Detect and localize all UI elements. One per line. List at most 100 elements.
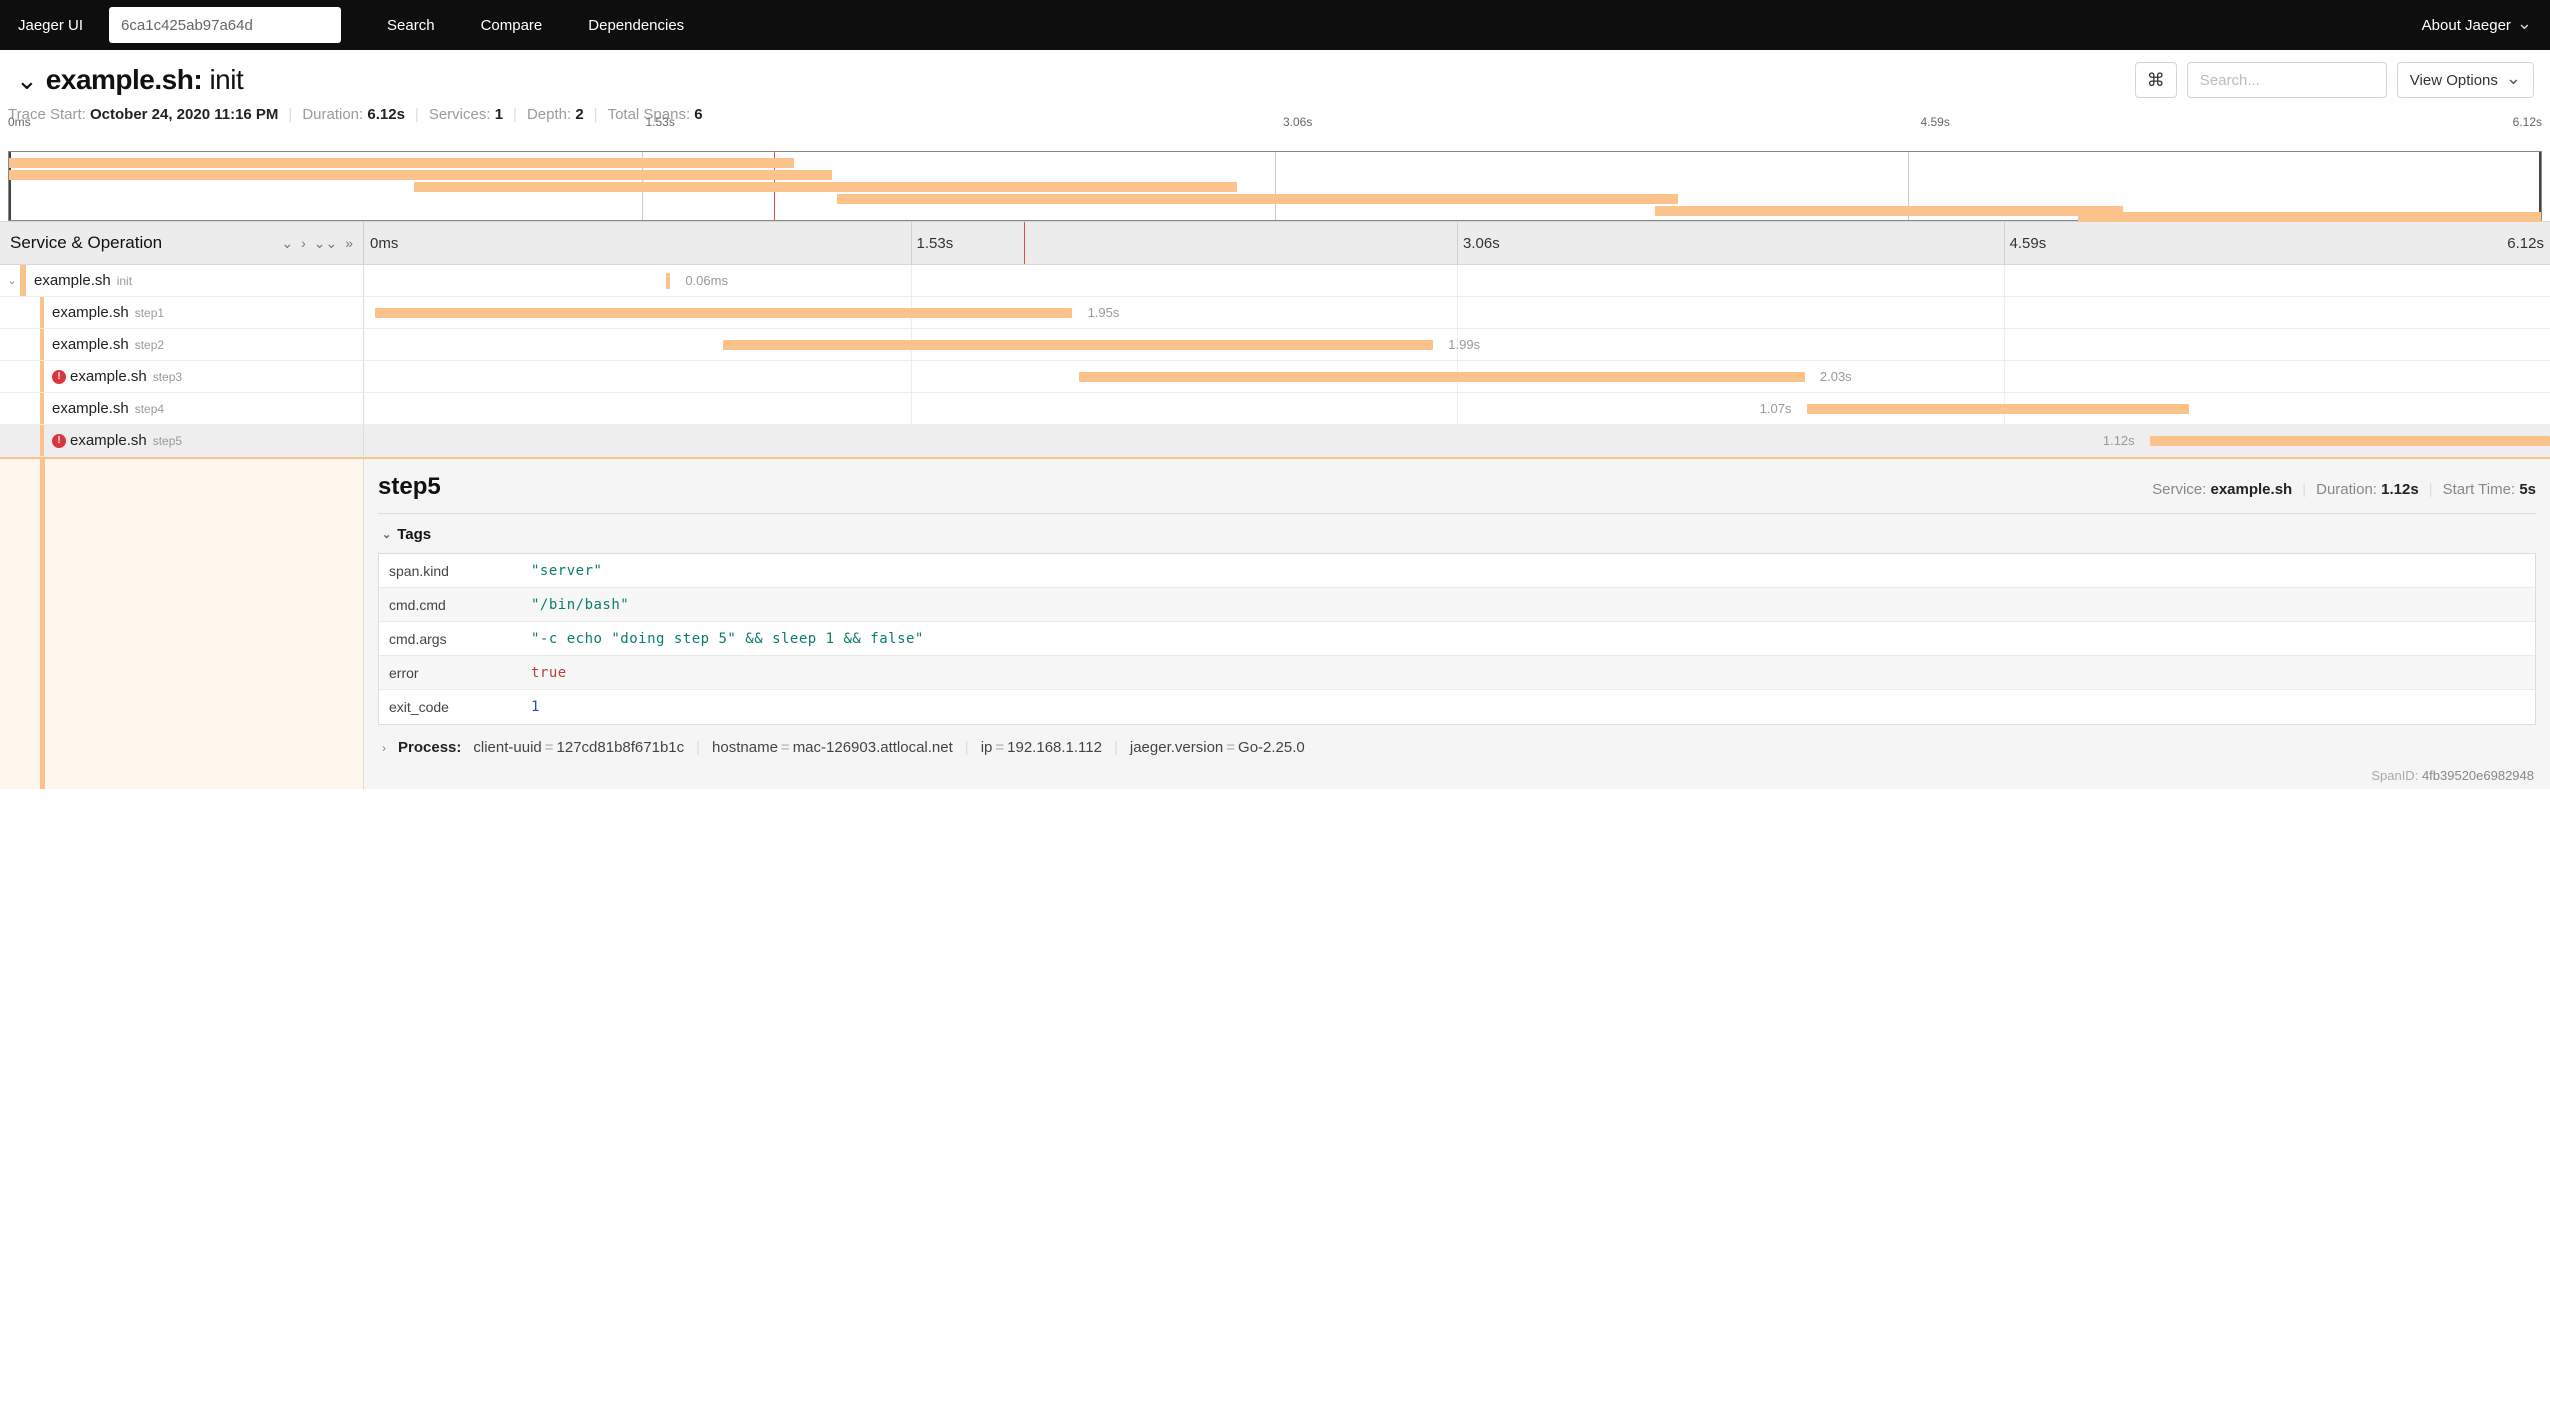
service-operation-header: Service & Operation xyxy=(10,233,162,253)
detail-start: 5s xyxy=(2519,481,2536,498)
minimap-ticks: 0ms 1.53s 3.06s 4.59s 6.12s xyxy=(0,115,2550,131)
tag-value: 1 xyxy=(521,692,550,722)
about-label: About Jaeger xyxy=(2422,17,2511,34)
keyboard-shortcuts-button[interactable]: ⌘ xyxy=(2135,62,2177,98)
expand-all-icon[interactable]: » xyxy=(345,235,353,252)
span-bar[interactable] xyxy=(1807,404,2190,414)
tag-key: error xyxy=(379,658,521,688)
span-service: example.sh xyxy=(70,368,147,385)
span-id: SpanID: 4fb39520e6982948 xyxy=(378,762,2536,785)
row-collapse-icon[interactable]: ⌄ xyxy=(4,274,20,287)
nav-links: Search Compare Dependencies xyxy=(387,17,684,34)
tag-value: "-c echo "doing step 5" && sleep 1 && fa… xyxy=(521,624,934,654)
about-menu[interactable]: About Jaeger xyxy=(2422,15,2532,36)
tag-key: span.kind xyxy=(379,556,521,586)
column-header: Service & Operation ⌄ › ⌄⌄ » 0ms 1.53s 3.0… xyxy=(0,221,2550,265)
process-tag: hostname=mac-126903.attlocal.net xyxy=(712,739,953,756)
span-service: example.sh xyxy=(52,400,129,417)
error-icon: ! xyxy=(52,370,66,384)
trace-title: example.sh: init xyxy=(46,64,243,96)
span-bar[interactable] xyxy=(666,273,670,289)
minimap[interactable] xyxy=(8,151,2542,221)
process-section[interactable]: ›Process:client-uuid=127cd81b8f671b1c|ho… xyxy=(378,725,2536,762)
detail-duration: 1.12s xyxy=(2381,481,2419,498)
detail-duration-label: Duration: xyxy=(2316,481,2377,498)
span-duration-label: 1.99s xyxy=(1448,337,1480,352)
tag-row[interactable]: exit_code1 xyxy=(379,690,2535,724)
span-detail: step5 Service: example.sh | Duration: 1.… xyxy=(0,457,2550,789)
tag-key: exit_code xyxy=(379,692,521,722)
timeline-tick: 0ms xyxy=(370,222,398,264)
collapse-all-icon[interactable]: ⌄⌄ xyxy=(314,235,337,252)
tag-row[interactable]: span.kind"server" xyxy=(379,554,2535,588)
tag-row[interactable]: cmd.cmd"/bin/bash" xyxy=(379,588,2535,622)
trace-service: example.sh: xyxy=(46,64,202,95)
detail-service-label: Service: xyxy=(2152,481,2206,498)
span-duration-label: 1.12s xyxy=(2103,433,2135,448)
tags-label: Tags xyxy=(397,526,431,543)
span-row[interactable]: example.sh step4 1.07s xyxy=(0,393,2550,425)
tag-value: true xyxy=(521,658,577,688)
timeline-tick: 1.53s xyxy=(917,222,954,264)
detail-service: example.sh xyxy=(2210,481,2292,498)
timeline-tick: 6.12s xyxy=(2507,222,2544,264)
detail-start-label: Start Time: xyxy=(2443,481,2516,498)
tag-value: "server" xyxy=(521,556,612,586)
span-duration-label: 2.03s xyxy=(1820,369,1852,384)
chevron-right-icon: › xyxy=(382,741,386,755)
span-operation: step4 xyxy=(135,402,164,416)
nav-link-compare[interactable]: Compare xyxy=(481,17,543,34)
detail-gutter xyxy=(0,459,364,789)
trace-operation: init xyxy=(209,64,243,95)
process-tag: ip=192.168.1.112 xyxy=(981,739,1102,756)
timeline-header[interactable]: 0ms 1.53s 3.06s 4.59s 6.12s xyxy=(364,222,2550,264)
nav-link-search[interactable]: Search xyxy=(387,17,435,34)
span-service: example.sh xyxy=(70,432,147,449)
minimap-tick: 6.12s xyxy=(2513,115,2542,129)
nav-link-dependencies[interactable]: Dependencies xyxy=(588,17,684,34)
brand[interactable]: Jaeger UI xyxy=(18,17,83,34)
trace-id-input[interactable] xyxy=(109,7,341,43)
span-duration-label: 1.07s xyxy=(1760,401,1792,416)
error-icon: ! xyxy=(52,434,66,448)
minimap-tick: 3.06s xyxy=(1283,115,1312,129)
view-options-button[interactable]: View Options xyxy=(2397,62,2534,98)
span-operation: step2 xyxy=(135,338,164,352)
tag-key: cmd.args xyxy=(379,624,521,654)
tag-row[interactable]: errortrue xyxy=(379,656,2535,690)
span-bar[interactable] xyxy=(375,308,1072,318)
span-service: example.sh xyxy=(34,272,111,289)
span-service: example.sh xyxy=(52,304,129,321)
timeline-tick: 3.06s xyxy=(1463,222,1500,264)
tags-table: span.kind"server"cmd.cmd"/bin/bash"cmd.a… xyxy=(378,553,2536,725)
span-row[interactable]: example.shstep11.95s xyxy=(0,297,2550,329)
span-bar[interactable] xyxy=(2150,436,2550,446)
tag-value: "/bin/bash" xyxy=(521,590,639,620)
minimap-tick: 1.53s xyxy=(646,115,675,129)
span-row[interactable]: example.sh step2 1.99s xyxy=(0,329,2550,361)
collapse-one-icon[interactable]: ⌄ xyxy=(281,235,293,252)
span-row[interactable]: !example.shstep32.03s xyxy=(0,361,2550,393)
expand-one-icon[interactable]: › xyxy=(301,235,306,252)
tag-row[interactable]: cmd.args"-c echo "doing step 5" && sleep… xyxy=(379,622,2535,656)
timeline-tick: 4.59s xyxy=(2010,222,2047,264)
process-tag: jaeger.version=Go-2.25.0 xyxy=(1130,739,1305,756)
span-row[interactable]: ⌄example.shinit0.06ms xyxy=(0,265,2550,297)
detail-title: step5 xyxy=(378,473,441,501)
chevron-down-icon xyxy=(2517,15,2532,36)
span-row[interactable]: !example.shstep51.12s xyxy=(0,425,2550,457)
tag-key: cmd.cmd xyxy=(379,590,521,620)
tags-section-toggle[interactable]: ⌄ Tags xyxy=(378,514,2536,553)
process-tag: client-uuid=127cd81b8f671b1c xyxy=(473,739,684,756)
minimap-tick: 0ms xyxy=(8,115,31,129)
span-bar[interactable] xyxy=(1079,372,1805,382)
minimap-tick: 4.59s xyxy=(1921,115,1950,129)
span-bar[interactable] xyxy=(723,340,1433,350)
span-service: example.sh xyxy=(52,336,129,353)
span-operation: step1 xyxy=(135,306,164,320)
collapse-trace-icon[interactable]: ⌄ xyxy=(16,65,38,96)
span-operation: init xyxy=(117,274,132,288)
process-label: Process: xyxy=(398,739,461,756)
title-row: ⌄ example.sh: init ⌘ View Options xyxy=(0,50,2550,104)
search-input[interactable] xyxy=(2187,62,2387,98)
